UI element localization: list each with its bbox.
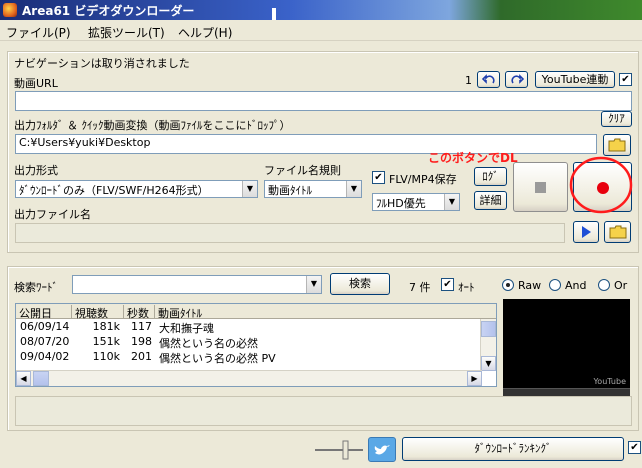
description-area — [15, 396, 632, 426]
chevron-down-icon[interactable]: ▼ — [346, 181, 361, 197]
table-row[interactable]: 06/09/14 181k 117 大和撫子魂 — [16, 320, 482, 335]
filename-rule-value: 動画ﾀｲﾄﾙ — [268, 184, 312, 197]
scroll-thumb[interactable] — [481, 321, 496, 337]
search-button[interactable]: 検索 — [330, 273, 390, 295]
cell-views: 151k — [92, 335, 120, 348]
redo-button[interactable] — [505, 71, 528, 88]
output-format-select[interactable]: ﾀﾞｳﾝﾛｰﾄﾞのみ（FLV/SWF/H264形式） ▼ — [15, 180, 258, 198]
scroll-down-icon[interactable]: ▼ — [481, 356, 496, 371]
dl-annotation: このボタンでDL — [428, 151, 518, 165]
cell-date: 09/04/02 — [20, 350, 70, 363]
url-input[interactable] — [15, 91, 632, 111]
results-table[interactable]: 公開日 視聴数 秒数 動画ﾀｲﾄﾙ 06/09/14 181k 117 大和撫子… — [15, 303, 497, 387]
url-label: 動画URL — [14, 77, 58, 90]
mode-raw-radio[interactable] — [502, 279, 514, 291]
cell-title: 偶然という名の必然 PV — [159, 352, 276, 365]
search-keyword-input[interactable]: ▼ — [72, 275, 322, 294]
clear-button[interactable]: ｸﾘｱ — [601, 111, 632, 127]
table-header: 公開日 視聴数 秒数 動画ﾀｲﾄﾙ — [16, 304, 496, 320]
quality-value: ﾌﾙHD優先 — [376, 197, 426, 210]
video-preview[interactable]: YouTube — [503, 299, 630, 396]
cell-title: 偶然という名の必然 — [159, 337, 258, 350]
twitter-button[interactable] — [368, 437, 396, 462]
cell-views: 181k — [92, 320, 120, 333]
mode-raw-label: Raw — [518, 279, 542, 292]
cell-views: 110k — [92, 350, 120, 363]
column-header[interactable]: 秒数 — [124, 305, 155, 320]
output-filename-label: 出力ファイル名 — [14, 208, 91, 221]
annotation-circle — [569, 156, 633, 214]
filename-rule-label: ファイル名規則 — [264, 164, 341, 177]
output-folder-label: 出力ﾌｫﾙﾀﾞ ＆ ｸｲｯｸ動画変換（動画ﾌｧｲﾙをここにﾄﾞﾛｯﾌﾟ） — [14, 119, 291, 132]
download-ranking-button[interactable]: ﾀﾞｳﾝﾛｰﾄﾞﾗﾝｷﾝｸﾞ — [402, 437, 624, 461]
output-format-value: ﾀﾞｳﾝﾛｰﾄﾞのみ（FLV/SWF/H264形式） — [19, 184, 209, 197]
mode-or-radio[interactable] — [598, 279, 610, 291]
table-row[interactable]: 08/07/20 151k 198 偶然という名の必然 — [16, 335, 482, 350]
table-row[interactable]: 09/04/02 110k 201 偶然という名の必然 PV — [16, 350, 482, 365]
details-button[interactable]: 詳細 — [474, 191, 507, 210]
search-keyword-label: 検索ﾜｰﾄﾞ — [14, 281, 58, 294]
player-controls[interactable] — [503, 388, 630, 396]
status-message: ナビゲーションは取り消されました — [14, 57, 190, 70]
play-button[interactable] — [573, 221, 599, 243]
title-bar: Area61 ビデオダウンローダー — [0, 0, 642, 20]
scroll-left-icon[interactable]: ◀ — [16, 371, 31, 386]
stop-icon — [535, 182, 546, 193]
cell-date: 08/07/20 — [20, 335, 70, 348]
quality-select[interactable]: ﾌﾙHD優先 ▼ — [372, 193, 460, 211]
scroll-thumb[interactable] — [33, 371, 49, 386]
cell-seconds: 201 — [131, 350, 152, 363]
volume-slider[interactable] — [313, 439, 365, 461]
result-count: 7 件 — [409, 281, 431, 294]
youtube-link-checkbox[interactable]: ✔ — [619, 73, 632, 86]
vertical-scrollbar[interactable]: ▼ — [480, 319, 496, 371]
log-button[interactable]: ﾛｸﾞ — [474, 167, 507, 186]
title-decoration — [272, 8, 276, 20]
column-header[interactable]: 視聴数 — [72, 305, 124, 320]
open-folder-button[interactable] — [604, 221, 631, 243]
column-header[interactable]: 公開日 — [16, 305, 72, 320]
chevron-down-icon[interactable]: ▼ — [242, 181, 257, 197]
cell-seconds: 117 — [131, 320, 152, 333]
folder-icon — [608, 138, 626, 152]
cell-title: 大和撫子魂 — [159, 322, 214, 335]
browse-folder-button[interactable] — [603, 134, 631, 156]
flv-mp4-save-checkbox[interactable]: ✔ — [372, 171, 385, 184]
filename-rule-select[interactable]: 動画ﾀｲﾄﾙ ▼ — [264, 180, 362, 198]
flv-mp4-save-label: FLV/MP4保存 — [389, 173, 457, 186]
window-title: Area61 ビデオダウンローダー — [22, 4, 195, 18]
chevron-down-icon[interactable]: ▼ — [444, 194, 459, 210]
chevron-down-icon[interactable]: ▼ — [306, 276, 321, 293]
undo-button[interactable] — [477, 71, 500, 88]
auto-label: ｵｰﾄ — [458, 281, 475, 294]
ranking-checkbox[interactable]: ✔ — [628, 441, 641, 454]
menu-bar: ファイル(P) 拡張ツール(T) ヘルプ(H) — [0, 20, 642, 41]
youtube-link-button[interactable]: YouTube連動 — [535, 71, 615, 88]
menu-help[interactable]: ヘルプ(H) — [178, 24, 232, 41]
menu-file[interactable]: ファイル(P) — [6, 24, 71, 41]
menu-extensions[interactable]: 拡張ツール(T) — [88, 24, 165, 41]
twitter-bird-icon — [374, 445, 390, 455]
auto-checkbox[interactable]: ✔ — [441, 278, 454, 291]
mode-and-label: And — [565, 279, 587, 292]
column-header[interactable]: 動画ﾀｲﾄﾙ — [155, 305, 482, 320]
stop-button[interactable] — [513, 162, 568, 212]
app-icon — [3, 3, 17, 17]
play-icon — [582, 226, 591, 238]
output-format-label: 出力形式 — [14, 164, 58, 177]
youtube-logo: YouTube — [593, 377, 626, 386]
redo-icon — [510, 74, 524, 84]
mode-or-label: Or — [614, 279, 628, 292]
output-filename-field — [15, 223, 565, 243]
horizontal-scrollbar[interactable]: ◀ ▶ — [16, 370, 482, 386]
undo-icon — [481, 74, 495, 84]
history-index: 1 — [465, 74, 472, 87]
mode-and-radio[interactable] — [549, 279, 561, 291]
cell-seconds: 198 — [131, 335, 152, 348]
cell-date: 06/09/14 — [20, 320, 70, 333]
folder-icon — [609, 225, 626, 239]
scroll-right-icon[interactable]: ▶ — [467, 371, 482, 386]
